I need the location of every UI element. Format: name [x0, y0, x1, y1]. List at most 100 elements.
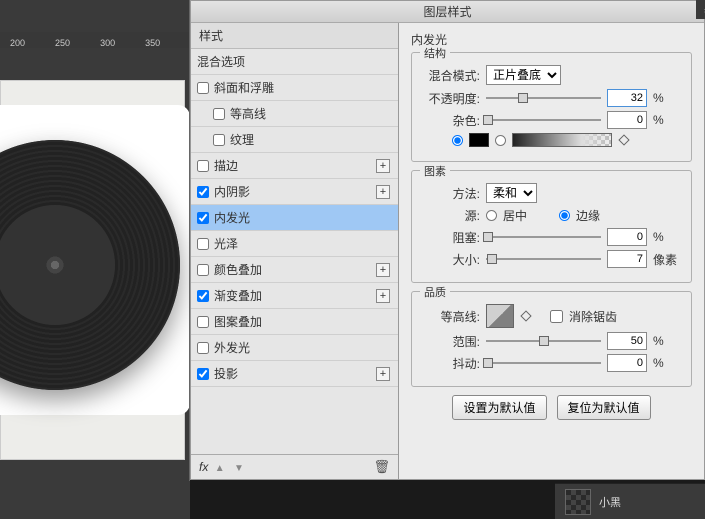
method-select[interactable]: 柔和	[486, 183, 537, 203]
expand-icon[interactable]: +	[376, 159, 390, 173]
style-row[interactable]: 外发光	[191, 335, 398, 361]
style-row[interactable]: 颜色叠加 +	[191, 257, 398, 283]
style-row[interactable]: 斜面和浮雕	[191, 75, 398, 101]
noise-input[interactable]	[607, 111, 647, 129]
make-default-button[interactable]: 设置为默认值	[452, 395, 546, 420]
ruler-tick: 250	[55, 38, 70, 48]
structure-group: 结构 混合模式: 正片叠底 不透明度: % 杂色: %	[411, 52, 692, 162]
style-checkbox[interactable]	[197, 212, 209, 224]
ruler-tick: 350	[145, 38, 160, 48]
contour-picker[interactable]	[486, 304, 514, 328]
glow-color-swatch[interactable]	[469, 133, 489, 147]
expand-icon[interactable]: +	[376, 263, 390, 277]
gradient-picker[interactable]	[512, 133, 612, 147]
elements-legend: 图素	[420, 163, 450, 179]
source-edge-label: 边缘	[576, 207, 600, 224]
color-radio[interactable]	[452, 135, 463, 146]
pct-unit: %	[653, 356, 681, 370]
jitter-label: 抖动:	[422, 355, 480, 372]
layer-style-dialog: 基本 图层样式 样式 混合选项 斜面和浮雕等高线纹理描边+内阴影+内发光光泽颜色…	[190, 0, 705, 480]
style-label: 图案叠加	[214, 313, 262, 330]
style-row[interactable]: 等高线	[191, 101, 398, 127]
style-row[interactable]: 光泽	[191, 231, 398, 257]
style-label: 描边	[214, 157, 238, 174]
choke-input[interactable]	[607, 228, 647, 246]
layer-thumbnail	[565, 489, 591, 515]
gradient-radio[interactable]	[495, 135, 506, 146]
antialias-checkbox[interactable]	[550, 310, 563, 323]
style-label: 内阴影	[214, 183, 250, 200]
styles-sidebar: 样式 混合选项 斜面和浮雕等高线纹理描边+内阴影+内发光光泽颜色叠加+渐变叠加+…	[191, 23, 399, 479]
jitter-slider[interactable]	[486, 356, 601, 370]
choke-slider[interactable]	[486, 230, 601, 244]
blend-mode-label: 混合模式:	[422, 67, 480, 84]
style-checkbox[interactable]	[197, 316, 209, 328]
style-row[interactable]: 内发光	[191, 205, 398, 231]
quality-group: 品质 等高线: 消除锯齿 范围: % 抖动:	[411, 291, 692, 387]
size-input[interactable]	[607, 250, 647, 268]
style-checkbox[interactable]	[213, 108, 225, 120]
style-checkbox[interactable]	[197, 82, 209, 94]
expand-icon[interactable]: +	[376, 185, 390, 199]
size-label: 大小:	[422, 251, 480, 268]
default-buttons: 设置为默认值 复位为默认值	[411, 395, 692, 420]
style-row[interactable]: 图案叠加	[191, 309, 398, 335]
dropdown-icon[interactable]	[618, 134, 629, 145]
expand-icon[interactable]: +	[376, 367, 390, 381]
style-row[interactable]: 内阴影 +	[191, 179, 398, 205]
styles-footer: fx ▲ ▼ 🗑	[191, 454, 398, 479]
style-row[interactable]: 描边 +	[191, 153, 398, 179]
blend-options-row[interactable]: 混合选项	[191, 49, 398, 75]
fx-menu[interactable]: fx	[199, 460, 208, 474]
ruler: 200 250 300 350	[0, 32, 190, 48]
source-center-label: 居中	[503, 207, 527, 224]
style-row[interactable]: 投影 +	[191, 361, 398, 387]
layers-panel-row[interactable]: 小黑	[555, 483, 705, 519]
layer-name: 小黑	[599, 494, 621, 510]
blend-mode-select[interactable]: 正片叠底	[486, 65, 561, 85]
dropdown-icon[interactable]	[520, 310, 531, 321]
size-slider[interactable]	[486, 252, 601, 266]
style-row[interactable]: 渐变叠加+	[191, 283, 398, 309]
elements-group: 图素 方法: 柔和 源: 居中 边缘 阻塞: %	[411, 170, 692, 283]
px-unit: 像素	[653, 251, 681, 268]
opacity-slider[interactable]	[486, 91, 601, 105]
reset-default-button[interactable]: 复位为默认值	[557, 395, 651, 420]
style-checkbox[interactable]	[197, 186, 209, 198]
range-input[interactable]	[607, 332, 647, 350]
trash-icon[interactable]: 🗑	[373, 459, 390, 475]
noise-slider[interactable]	[486, 113, 601, 127]
style-label: 投影	[214, 365, 238, 382]
source-center-radio[interactable]	[486, 210, 497, 221]
move-up-icon[interactable]: ▲	[215, 463, 225, 474]
pct-unit: %	[653, 230, 681, 244]
range-slider[interactable]	[486, 334, 601, 348]
style-checkbox[interactable]	[197, 238, 209, 250]
style-checkbox[interactable]	[197, 264, 209, 276]
styles-header[interactable]: 样式	[191, 23, 398, 49]
style-checkbox[interactable]	[213, 134, 225, 146]
style-checkbox[interactable]	[197, 342, 209, 354]
styles-list: 斜面和浮雕等高线纹理描边+内阴影+内发光光泽颜色叠加+渐变叠加+图案叠加外发光投…	[191, 75, 398, 454]
pct-unit: %	[653, 334, 681, 348]
style-row[interactable]: 纹理	[191, 127, 398, 153]
style-checkbox[interactable]	[197, 368, 209, 380]
opacity-input[interactable]	[607, 89, 647, 107]
expand-icon[interactable]: +	[376, 289, 390, 303]
settings-panel: 内发光 结构 混合模式: 正片叠底 不透明度: % 杂色: %	[399, 23, 704, 479]
blend-options-label: 混合选项	[197, 53, 245, 70]
structure-legend: 结构	[420, 45, 450, 61]
canvas-background: 200 250 300 350	[0, 0, 190, 519]
style-checkbox[interactable]	[197, 290, 209, 302]
opacity-label: 不透明度:	[422, 90, 480, 107]
ruler-tick: 300	[100, 38, 115, 48]
move-down-icon[interactable]: ▼	[234, 463, 244, 474]
style-label: 颜色叠加	[214, 261, 262, 278]
style-label: 光泽	[214, 235, 238, 252]
style-label: 内发光	[214, 209, 250, 226]
panel-tab-basic[interactable]: 基本	[696, 0, 705, 19]
source-edge-radio[interactable]	[559, 210, 570, 221]
jitter-input[interactable]	[607, 354, 647, 372]
pct-unit: %	[653, 91, 681, 105]
style-checkbox[interactable]	[197, 160, 209, 172]
